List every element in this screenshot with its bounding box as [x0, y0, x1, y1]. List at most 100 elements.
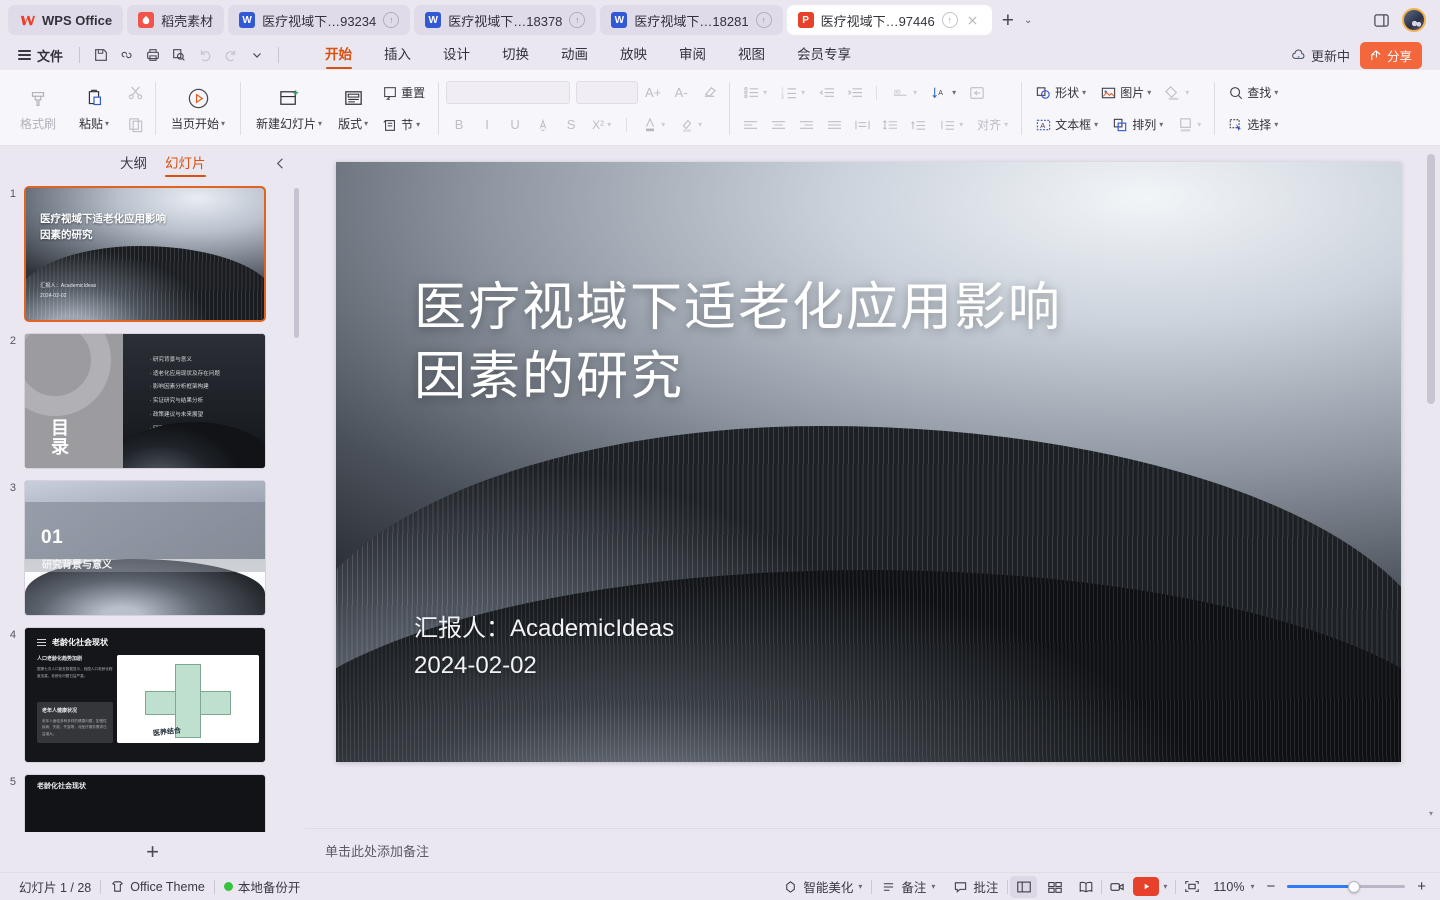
- tab-document-18281[interactable]: W 医疗视域下…18281 ↑: [600, 5, 783, 35]
- textbox-button[interactable]: A 文本框 ▾: [1029, 112, 1104, 138]
- close-icon[interactable]: [965, 12, 981, 28]
- select-button[interactable]: 选择 ▾: [1222, 112, 1284, 138]
- strikethrough-button[interactable]: S: [558, 112, 584, 138]
- upload-status-icon[interactable]: ↑: [569, 12, 586, 28]
- tab-daoke-material[interactable]: 稻壳素材: [127, 5, 225, 35]
- new-tab-button[interactable]: +: [996, 10, 1020, 31]
- shape-style-button[interactable]: ▾: [1171, 112, 1207, 138]
- decrease-indent-icon[interactable]: [813, 80, 839, 106]
- font-size-select[interactable]: [576, 81, 639, 104]
- start-from-current-button[interactable]: 当页开始 ▾: [163, 74, 233, 143]
- update-status-button[interactable]: 更新中: [1291, 46, 1350, 65]
- add-slide-button[interactable]: +: [146, 839, 159, 865]
- comment-button[interactable]: 批注: [944, 877, 1007, 896]
- bullet-list-button[interactable]: ▾: [737, 80, 773, 106]
- superscript-button[interactable]: X² ▾: [586, 112, 617, 138]
- upload-status-icon[interactable]: ↑: [941, 12, 958, 28]
- upload-status-icon[interactable]: ↑: [383, 12, 400, 28]
- notes-pane[interactable]: 单击此处添加备注: [305, 828, 1440, 872]
- list-item[interactable]: 4 老龄化社会现状 人口老龄化趋势加剧 据第七次人口普查数据显示，我国人口老龄化…: [0, 627, 305, 774]
- zoom-level-label[interactable]: 110%: [1207, 880, 1250, 894]
- tab-outline[interactable]: 大纲: [120, 152, 147, 175]
- slide-subtitle-textbox[interactable]: 汇报人：AcademicIdeas 2024-02-02: [414, 610, 674, 684]
- screen-record-icon[interactable]: [1104, 876, 1131, 898]
- font-family-select[interactable]: [446, 81, 571, 104]
- bold-button[interactable]: B: [446, 112, 472, 138]
- ribbon-tab-insert[interactable]: 插入: [368, 40, 427, 70]
- paragraph-spacing-icon[interactable]: [905, 112, 931, 138]
- distribute-icon[interactable]: [849, 112, 875, 138]
- scrollbar-thumb[interactable]: [1427, 154, 1435, 404]
- ribbon-tab-animation[interactable]: 动画: [545, 40, 604, 70]
- canvas-vertical-scrollbar[interactable]: ▾: [1427, 154, 1435, 818]
- reading-view-icon[interactable]: [1072, 876, 1099, 898]
- ribbon-tab-start[interactable]: 开始: [309, 40, 368, 70]
- italic-button[interactable]: I: [474, 112, 500, 138]
- ribbon-tab-review[interactable]: 审阅: [663, 40, 722, 70]
- list-item[interactable]: 1 医疗视域下适老化应用影响 因素的研究 汇报人：AcademicIdeas 20…: [0, 186, 305, 333]
- normal-view-icon[interactable]: [1010, 875, 1038, 898]
- ribbon-tab-design[interactable]: 设计: [427, 40, 486, 70]
- cloud-sync-icon[interactable]: [114, 43, 140, 67]
- tab-slides[interactable]: 幻灯片: [165, 152, 206, 177]
- play-options-caret-icon[interactable]: ▾: [1159, 882, 1175, 891]
- tab-document-18378[interactable]: W 医疗视域下…18378 ↑: [414, 5, 597, 35]
- redo-icon[interactable]: [218, 43, 244, 67]
- numbered-list-button[interactable]: 123 ▾: [775, 80, 811, 106]
- share-button[interactable]: 分享: [1359, 41, 1422, 69]
- paste-button[interactable]: 粘贴 ▾: [66, 74, 122, 143]
- picture-button[interactable]: 图片 ▾: [1094, 80, 1157, 106]
- slide-thumbnail-5[interactable]: 老龄化社会现状: [24, 774, 266, 832]
- scroll-down-arrow-icon[interactable]: ▾: [1427, 809, 1435, 818]
- slide-thumbnail-list[interactable]: 1 医疗视域下适老化应用影响 因素的研究 汇报人：AcademicIdeas 20…: [0, 180, 305, 832]
- shape-fill-button[interactable]: ▾: [1159, 80, 1195, 106]
- smart-beautify-button[interactable]: 智能美化 ▾: [774, 877, 871, 896]
- ribbon-tab-member[interactable]: 会员专享: [781, 40, 867, 70]
- list-item[interactable]: 3 01 研究背景与意义: [0, 480, 305, 627]
- print-icon[interactable]: [140, 43, 166, 67]
- tab-document-93234[interactable]: W 医疗视域下…93234 ↑: [228, 5, 411, 35]
- line-spacing-icon[interactable]: [877, 112, 903, 138]
- customize-quick-access-caret-icon[interactable]: [244, 43, 270, 67]
- slide-title-textbox[interactable]: 医疗视域下适老化应用影响 因素的研究: [414, 274, 1062, 411]
- row-spacing-button[interactable]: ▾: [933, 112, 969, 138]
- zoom-slider-knob[interactable]: [1348, 880, 1361, 893]
- increase-font-size-button[interactable]: A+: [640, 80, 666, 106]
- slide-thumbnail-4[interactable]: 老龄化社会现状 人口老龄化趋势加剧 据第七次人口普查数据显示，我国人口老龄化程度…: [24, 627, 266, 763]
- text-effect-icon[interactable]: [530, 112, 556, 138]
- cut-icon[interactable]: [122, 80, 148, 106]
- ribbon-tab-view[interactable]: 视图: [722, 40, 781, 70]
- format-painter-button[interactable]: 格式刷: [10, 74, 66, 143]
- ribbon-tab-slideshow[interactable]: 放映: [604, 40, 663, 70]
- justify-icon[interactable]: [821, 112, 847, 138]
- list-item[interactable]: 2 目录 · 研究背景与意义 · 适老化应用现状及存在问题 · 影响因素分析框架…: [0, 333, 305, 480]
- save-icon[interactable]: [88, 43, 114, 67]
- active-slide-canvas[interactable]: 医疗视域下适老化应用影响 因素的研究 汇报人：AcademicIdeas 202…: [336, 162, 1401, 762]
- underline-button[interactable]: U: [502, 112, 528, 138]
- new-slide-button[interactable]: 新建幻灯片 ▾: [248, 74, 330, 143]
- upload-status-icon[interactable]: ↑: [755, 12, 772, 28]
- tab-presentation-97446[interactable]: P 医疗视域下…97446 ↑: [786, 5, 992, 35]
- list-item[interactable]: 5 老龄化社会现状: [0, 774, 305, 832]
- section-button[interactable]: 节 ▾: [376, 112, 426, 138]
- file-menu-button[interactable]: 文件: [10, 46, 71, 65]
- align-left-icon[interactable]: [737, 112, 763, 138]
- tab-wps-office[interactable]: WPS Office: [8, 5, 124, 35]
- highlight-button[interactable]: ▾: [673, 112, 708, 138]
- align-center-icon[interactable]: [765, 112, 791, 138]
- tab-list-caret-icon[interactable]: ⌄: [1020, 15, 1036, 26]
- zoom-out-button[interactable]: −: [1262, 878, 1279, 895]
- align-objects-button[interactable]: 对齐 ▾: [971, 112, 1014, 138]
- theme-button[interactable]: Office Theme: [101, 879, 214, 894]
- increase-indent-icon[interactable]: [841, 80, 867, 106]
- layout-button[interactable]: 版式 ▾: [330, 74, 376, 143]
- slide-thumbnail-1[interactable]: 医疗视域下适老化应用影响 因素的研究 汇报人：AcademicIdeas 2024…: [24, 186, 266, 322]
- zoom-options-caret-icon[interactable]: ▾: [1250, 882, 1262, 891]
- align-text-button[interactable]: A ▾: [925, 80, 962, 106]
- ribbon-tab-transition[interactable]: 切换: [486, 40, 545, 70]
- align-right-icon[interactable]: [793, 112, 819, 138]
- smart-art-icon[interactable]: [964, 80, 990, 106]
- shape-button[interactable]: 形状 ▾: [1029, 80, 1092, 106]
- notes-toggle-button[interactable]: 备注 ▾: [872, 877, 944, 896]
- zoom-in-button[interactable]: +: [1413, 878, 1430, 895]
